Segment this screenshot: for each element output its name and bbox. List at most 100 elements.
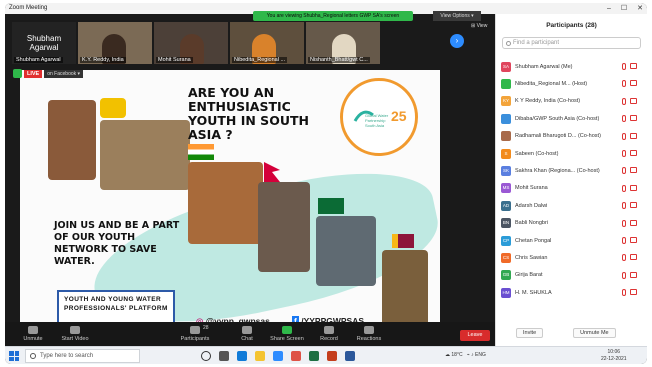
participant-list: SA Shubham Agarwal (Me) Nibedita_Regional … [496, 58, 647, 301]
avatar [501, 131, 511, 142]
photo-children-tap [100, 120, 190, 190]
chrome-icon[interactable] [291, 351, 301, 361]
participant-row[interactable]: Nibedita_Regional M... (Host) [496, 75, 647, 92]
participant-row[interactable]: MS Mohit Surana [496, 180, 647, 197]
live-status: LIVE on Facebook ▾ [13, 69, 84, 78]
gwp-logo: 25 Global Water Partnership South Asia [340, 78, 418, 156]
participants-button[interactable]: Participants [175, 326, 215, 342]
next-page-icon[interactable]: › [450, 34, 464, 48]
task-view-icon[interactable] [219, 351, 229, 361]
meeting-area: You are viewing Shubha_Regional letters … [5, 11, 495, 332]
thumbnail-participant[interactable]: Nishanth_Bhatt/gwt C... [306, 22, 380, 64]
cortana-icon[interactable] [201, 351, 211, 361]
record-button[interactable]: Record [309, 326, 349, 342]
shield-icon[interactable] [13, 69, 22, 78]
participant-row[interactable]: BN Babli Nongbri [496, 215, 647, 232]
maximize-button[interactable]: ☐ [621, 3, 627, 14]
thumbnail-name: Shubham Agarwal [14, 57, 63, 63]
pakistan-flag-icon [318, 198, 344, 214]
microphone-muted-icon [622, 80, 626, 88]
taskbar-clock[interactable]: 10:06 22-12-2021 [601, 349, 627, 363]
participant-row[interactable]: CS Chris Sawian [496, 249, 647, 266]
video-off-icon [630, 167, 637, 174]
chat-label: Chat [241, 336, 253, 342]
participant-name: Babli Nongbri [515, 220, 549, 227]
participant-name: Sabeen (Co-host) [515, 150, 559, 157]
avatar: HM [501, 287, 511, 298]
participant-name: Mohit Surana [515, 185, 548, 192]
windows-start-icon[interactable] [9, 351, 19, 361]
participant-name: Girija Barat [515, 272, 543, 279]
share-screen-label: Share Screen [270, 336, 304, 342]
participant-row[interactable]: HM H. M. SHUKLA [496, 284, 647, 301]
weather-icon[interactable]: ☁ [445, 352, 450, 358]
word-icon[interactable] [345, 351, 355, 361]
video-off-icon [630, 184, 637, 191]
unmute-button[interactable]: Unmute [13, 326, 53, 342]
zoom-icon[interactable] [273, 351, 283, 361]
photo-girl-flower [382, 250, 428, 332]
microphone-muted-icon [622, 271, 626, 279]
share-screen-button[interactable]: Share Screen [267, 326, 307, 342]
language-indicator[interactable]: ENG [475, 352, 486, 358]
participant-name: K Y Reddy, India (Co-host) [515, 98, 581, 105]
thumbnail-participant[interactable]: Nibedita_Regional ... [230, 22, 304, 64]
edge-icon[interactable] [237, 351, 247, 361]
thumbnail-self[interactable]: Shubham Agarwal Shubham Agarwal [12, 22, 76, 64]
file-explorer-icon[interactable] [255, 351, 265, 361]
participant-row[interactable]: SA Shubham Agarwal (Me) [496, 58, 647, 75]
participant-row[interactable]: CP Chetan Pongal [496, 232, 647, 249]
record-label: Record [320, 336, 338, 342]
clock-time: 10:06 [607, 349, 621, 355]
powerpoint-icon[interactable] [327, 351, 337, 361]
photo-boy-drinking [188, 162, 263, 244]
avatar: AD [501, 200, 511, 211]
unmute-me-button[interactable]: Unmute Me [573, 328, 616, 338]
participant-row[interactable]: Radhamali Bharugoti D... (Co-host) [496, 128, 647, 145]
thumbnail-name: K.Y. Reddy, India [80, 57, 126, 63]
unmute-label: Unmute [23, 336, 43, 342]
avatar: S [501, 148, 511, 159]
view-button[interactable]: ⊞ View [471, 23, 487, 29]
avatar: BN [501, 218, 511, 229]
live-on-facebook-button[interactable]: on Facebook ▾ [44, 69, 84, 78]
weather-temp: 18°C [451, 352, 463, 358]
video-off-icon [70, 326, 80, 334]
participant-row[interactable]: AD Adarsh Dalwi [496, 197, 647, 214]
participant-row[interactable]: KY K Y Reddy, India (Co-host) [496, 93, 647, 110]
window-title: Zoom Meeting [9, 5, 48, 11]
participant-row[interactable]: SK Sakhra Khan (Regiona... (Co-host) [496, 162, 647, 179]
volume-icon[interactable]: ♪ [471, 352, 474, 358]
windows-taskbar: Type here to search ☁ 18°C ⌁ ♪ ENG 10:06… [5, 346, 647, 364]
microphone-muted-icon [622, 184, 626, 192]
avatar: CS [501, 252, 511, 263]
participant-search-input[interactable]: Find a participant [502, 37, 641, 49]
participant-row[interactable]: GB Girija Barat [496, 267, 647, 284]
thumbnail-participant[interactable]: K.Y. Reddy, India [78, 22, 152, 64]
microphone-muted-icon [622, 149, 626, 157]
taskbar-search-input[interactable]: Type here to search [25, 349, 140, 363]
reactions-button[interactable]: Reactions [349, 326, 389, 342]
excel-icon[interactable] [309, 351, 319, 361]
video-off-icon [630, 202, 637, 209]
chat-button[interactable]: Chat [227, 326, 267, 342]
avatar: MS [501, 183, 511, 194]
system-tray: ☁ 18°C ⌁ ♪ ENG [445, 352, 486, 358]
start-video-button[interactable]: Start Video [55, 326, 95, 342]
poster-headline: ARE YOU AN ENTHUSIASTIC YOUTH IN SOUTH A… [188, 85, 309, 142]
invite-button[interactable]: Invite [516, 328, 544, 338]
network-icon[interactable]: ⌁ [467, 352, 470, 358]
participant-row[interactable]: Dibaba/GWP South Asia (Co-host) [496, 110, 647, 127]
microphone-muted-icon [622, 219, 626, 227]
microphone-muted-icon [622, 63, 626, 70]
microphone-muted-icon [622, 236, 626, 244]
thumbnail-participant[interactable]: Mohit Surana [154, 22, 228, 64]
microphone-muted-icon [622, 97, 626, 105]
minimize-button[interactable]: – [607, 3, 611, 14]
view-options-button[interactable]: View Options ▾ [433, 11, 481, 21]
leave-button[interactable]: Leave [460, 330, 490, 341]
close-button[interactable]: ✕ [637, 3, 643, 14]
video-off-icon [630, 97, 637, 104]
participant-row[interactable]: S Sabeen (Co-host) [496, 145, 647, 162]
microphone-muted-icon [622, 289, 626, 297]
